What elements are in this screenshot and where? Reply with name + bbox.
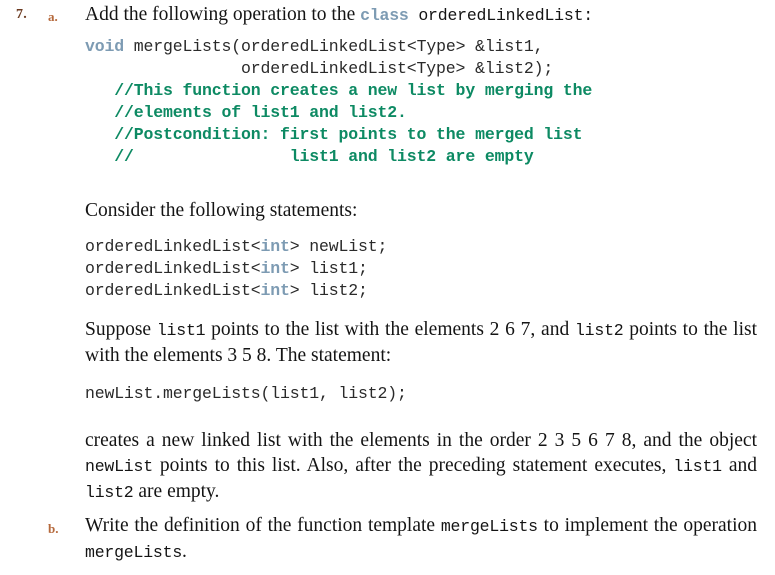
var-line-2-post: > list1; bbox=[289, 259, 368, 278]
exercise-number: 7. bbox=[16, 7, 27, 22]
var-line-2-pre: orderedLinkedList< bbox=[85, 259, 261, 278]
creates-seg-1: creates a new linked list with the eleme… bbox=[85, 430, 757, 451]
signature-line-2: orderedLinkedList<Type> &list2); bbox=[85, 59, 554, 78]
paragraph-write-definition: Write the definition of the function tem… bbox=[85, 513, 757, 565]
keyword-int-3: int bbox=[260, 281, 290, 300]
inline-code-mergelists-1: mergeLists bbox=[440, 517, 538, 536]
creates-seg-4: are empty. bbox=[133, 481, 220, 502]
var-line-1-post: > newList; bbox=[289, 237, 388, 256]
signature-line-1: mergeLists(orderedLinkedList<Type> &list… bbox=[124, 37, 544, 56]
sub-item-letter-b: b. bbox=[48, 521, 59, 536]
paragraph-suppose: Suppose list1 points to the list with th… bbox=[85, 317, 757, 368]
sub-item-letter-a: a. bbox=[48, 9, 58, 24]
inline-code-list2: list2 bbox=[574, 321, 624, 340]
keyword-class: class bbox=[360, 6, 409, 25]
suppose-seg-2: points to the list with the elements 2 6… bbox=[205, 319, 575, 340]
comment-line-4: // list1 and list2 are empty bbox=[85, 147, 534, 166]
inline-code-list1-b: list1 bbox=[673, 457, 722, 476]
suppose-seg-1: Suppose bbox=[85, 319, 157, 340]
intro-text-before: Add the following operation to the bbox=[85, 4, 361, 25]
var-line-3-pre: orderedLinkedList< bbox=[85, 281, 261, 300]
var-line-1-pre: orderedLinkedList< bbox=[85, 237, 261, 256]
textbook-exercise-page: 7. a. b. Add the following operation to … bbox=[0, 0, 775, 575]
keyword-int-1: int bbox=[260, 237, 290, 256]
code-block-declaration: void mergeLists(orderedLinkedList<Type> … bbox=[85, 36, 592, 168]
write-seg-2: to implement the operation bbox=[537, 515, 758, 536]
intro-text-after: orderedLinkedList: bbox=[408, 6, 593, 25]
intro-sentence: Add the following operation to the class… bbox=[85, 2, 761, 28]
creates-seg-2: points to this list. Also, after the pre… bbox=[152, 455, 674, 476]
keyword-void: void bbox=[85, 37, 125, 56]
inline-code-newlist: newList bbox=[85, 457, 153, 476]
write-seg-3: . bbox=[182, 541, 187, 562]
keyword-int-2: int bbox=[260, 259, 290, 278]
inline-code-list2-b: list2 bbox=[85, 483, 134, 502]
consider-sentence: Consider the following statements: bbox=[85, 200, 358, 221]
write-seg-1: Write the definition of the function tem… bbox=[85, 515, 441, 536]
comment-line-1: //This function creates a new list by me… bbox=[85, 81, 593, 100]
code-block-variables: orderedLinkedList<int> newList; orderedL… bbox=[85, 236, 387, 302]
inline-code-mergelists-2: mergeLists bbox=[85, 543, 183, 562]
var-line-3-post: > list2; bbox=[289, 281, 368, 300]
comment-line-3: //Postcondition: first points to the mer… bbox=[85, 125, 583, 144]
inline-code-list1: list1 bbox=[156, 321, 206, 340]
code-block-call: newList.mergeLists(list1, list2); bbox=[85, 384, 407, 403]
comment-line-2: //elements of list1 and list2. bbox=[85, 103, 407, 122]
creates-seg-3: and bbox=[721, 455, 758, 476]
paragraph-creates: creates a new linked list with the eleme… bbox=[85, 428, 757, 505]
